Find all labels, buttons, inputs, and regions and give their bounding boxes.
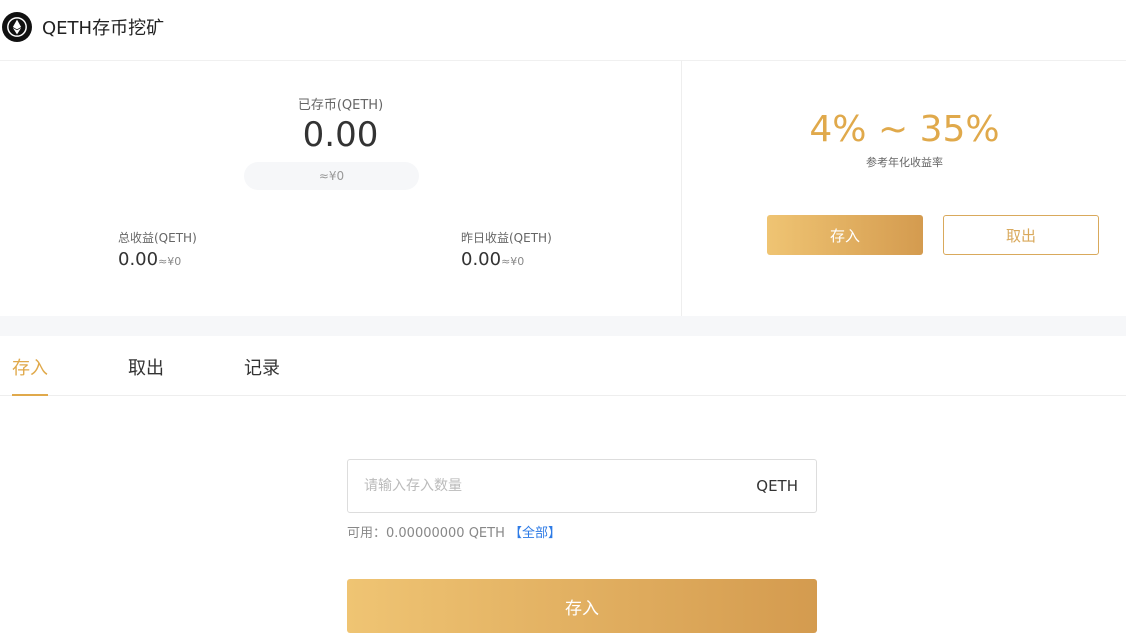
submit-deposit-button[interactable]: 存入 xyxy=(347,579,817,633)
all-link[interactable]: 【全部】 xyxy=(509,526,561,541)
tab-withdraw[interactable]: 取出 xyxy=(128,354,164,396)
ethereum-icon xyxy=(2,12,32,42)
withdraw-button[interactable]: 取出 xyxy=(943,215,1099,255)
yesterday-income-value-row: 0.00≈¥0 xyxy=(461,249,552,270)
yesterday-income-value: 0.00 xyxy=(461,249,502,270)
deposit-summary-panel: 已存币(QETH) 0.00 ≈¥0 总收益(QETH) 0.00≈¥0 昨日收… xyxy=(0,60,681,316)
annual-rate-label: 参考年化收益率 xyxy=(866,156,943,169)
deposited-cny-value: ≈¥0 xyxy=(244,162,419,190)
section-divider xyxy=(0,316,1126,336)
available-text: 可用：0.00000000 QETH xyxy=(347,526,505,541)
rate-panel: 4% ~ 35% 参考年化收益率 存入 取出 xyxy=(681,60,1126,316)
total-income-cny: ≈¥0 xyxy=(158,255,182,268)
page-title: QETH存币挖矿 xyxy=(42,18,165,39)
tab-deposit[interactable]: 存入 xyxy=(12,354,48,396)
total-income-label: 总收益(QETH) xyxy=(118,231,197,245)
total-income-value: 0.00 xyxy=(118,249,159,270)
ethereum-glyph xyxy=(7,17,27,37)
available-balance: 可用：0.00000000 QETH 【全部】 xyxy=(347,522,561,541)
deposited-label: 已存币(QETH) xyxy=(297,98,384,113)
deposited-value: 0.00 xyxy=(302,115,379,155)
total-income-stat: 总收益(QETH) 0.00≈¥0 xyxy=(118,229,197,270)
tab-bar: 存入 取出 记录 xyxy=(0,336,1126,396)
total-income-value-row: 0.00≈¥0 xyxy=(118,249,197,270)
deposit-button[interactable]: 存入 xyxy=(767,215,923,255)
yesterday-income-label: 昨日收益(QETH) xyxy=(461,231,552,245)
tab-records[interactable]: 记录 xyxy=(244,354,280,396)
header: QETH存币挖矿 xyxy=(0,0,1126,54)
amount-input[interactable] xyxy=(362,460,722,512)
amount-unit: QETH xyxy=(756,477,798,495)
yesterday-income-stat: 昨日收益(QETH) 0.00≈¥0 xyxy=(461,229,552,270)
yesterday-income-cny: ≈¥0 xyxy=(501,255,525,268)
amount-input-box: QETH xyxy=(347,459,817,513)
annual-rate-value: 4% ~ 35% xyxy=(809,109,1000,150)
